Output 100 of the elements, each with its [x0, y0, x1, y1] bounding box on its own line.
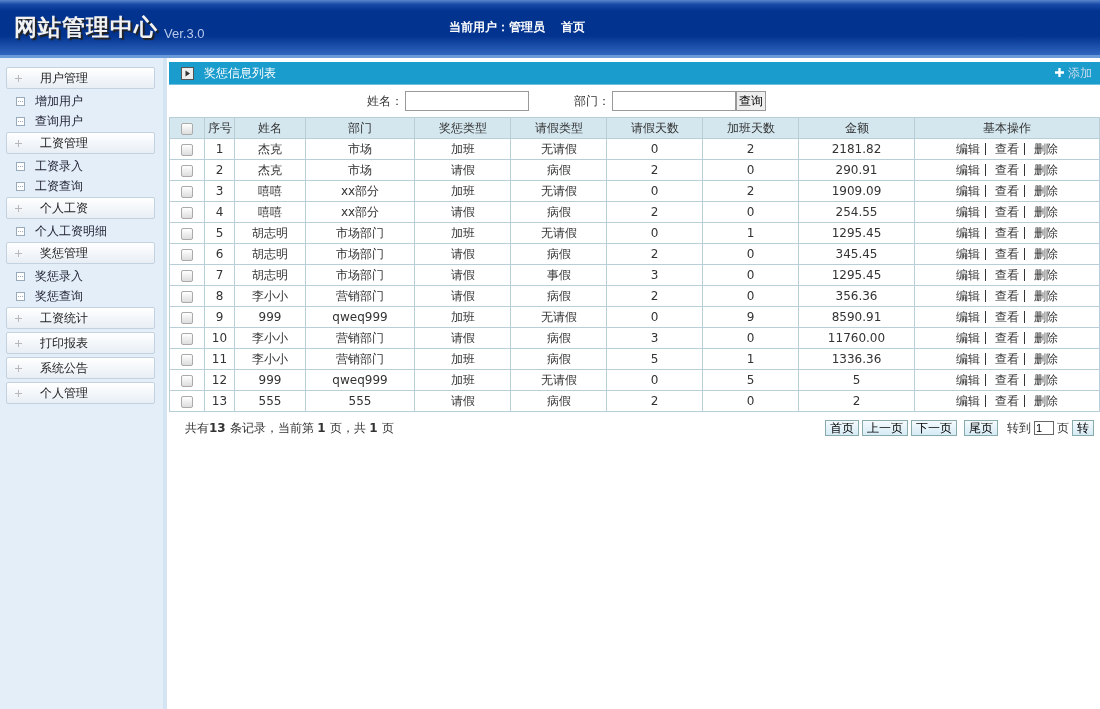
row-checkbox[interactable] [181, 290, 193, 303]
row-checkbox[interactable] [181, 143, 193, 156]
action-link[interactable]: 编辑 [956, 393, 981, 408]
action-link[interactable]: 查看 [995, 225, 1019, 240]
table-cell: 5 [606, 348, 703, 370]
sidebar-section[interactable]: 打印报表 [6, 332, 155, 354]
row-checkbox[interactable] [181, 374, 193, 387]
table-cell: 无请假 [510, 138, 607, 160]
table-cell: 请假 [414, 285, 511, 307]
action-link[interactable]: 删除 [1033, 393, 1058, 408]
department-input[interactable] [612, 91, 736, 111]
sidebar-item[interactable]: 工资查询 [0, 176, 163, 196]
goto-label: 转到 [1007, 419, 1031, 437]
action-link[interactable]: 查看 [995, 162, 1019, 177]
action-link[interactable]: 编辑 [956, 141, 981, 156]
action-link[interactable]: 删除 [1033, 288, 1058, 303]
table-cell: 2 [606, 390, 703, 412]
action-link[interactable]: 查看 [995, 204, 1019, 219]
column-header: 金额 [798, 117, 915, 139]
action-link[interactable]: 删除 [1033, 225, 1058, 240]
action-link[interactable]: 查看 [995, 267, 1019, 282]
action-link[interactable]: 编辑 [956, 330, 981, 345]
sidebar-section[interactable]: 系统公告 [6, 357, 155, 379]
sidebar-item[interactable]: 奖惩录入 [0, 266, 163, 286]
table-cell: 加班 [414, 369, 511, 391]
sidebar-item[interactable]: 奖惩查询 [0, 286, 163, 306]
action-link[interactable]: 查看 [995, 330, 1019, 345]
table-cell: 市场部门 [305, 264, 415, 286]
action-link[interactable]: 删除 [1033, 141, 1058, 156]
page-button[interactable]: 首页 [825, 420, 859, 436]
action-link[interactable]: 查看 [995, 183, 1019, 198]
action-link[interactable]: 查看 [995, 141, 1019, 156]
page-input[interactable]: 1 [1034, 421, 1054, 435]
action-link[interactable]: 查看 [995, 393, 1019, 408]
go-button[interactable]: 转 [1072, 420, 1094, 436]
query-button[interactable]: 查询 [736, 91, 766, 111]
action-link[interactable]: 删除 [1033, 330, 1058, 345]
table-cell: 无请假 [510, 180, 607, 202]
item-icon [16, 161, 25, 171]
table-cell: 加班 [414, 180, 511, 202]
sidebar-section[interactable]: 工资统计 [6, 307, 155, 329]
action-link[interactable]: 编辑 [956, 204, 981, 219]
row-checkbox[interactable] [181, 269, 193, 282]
sidebar-item[interactable]: 工资录入 [0, 156, 163, 176]
action-link[interactable]: 编辑 [956, 225, 981, 240]
sidebar-item[interactable]: 增加用户 [0, 91, 163, 111]
column-header: 基本操作 [914, 117, 1100, 139]
row-checkbox[interactable] [181, 227, 193, 240]
row-checkbox[interactable] [181, 248, 193, 261]
sidebar-section[interactable]: 个人管理 [6, 382, 155, 404]
row-checkbox[interactable] [181, 164, 193, 177]
name-input[interactable] [405, 91, 529, 111]
table-cell: 加班 [414, 306, 511, 328]
table-cell: 无请假 [510, 369, 607, 391]
page-button[interactable]: 下一页 [911, 420, 957, 436]
action-link[interactable]: 编辑 [956, 372, 981, 387]
table-cell: 嘻嘻 [234, 201, 306, 223]
action-link[interactable]: 编辑 [956, 183, 981, 198]
sidebar-section[interactable]: 个人工资 [6, 197, 155, 219]
action-link[interactable]: 删除 [1033, 162, 1058, 177]
action-link[interactable]: 编辑 [956, 246, 981, 261]
action-link[interactable]: 查看 [995, 372, 1019, 387]
table-cell: 加班 [414, 222, 511, 244]
column-header: 部门 [305, 117, 415, 139]
action-link[interactable]: 删除 [1033, 309, 1058, 324]
home-link[interactable]: 首页 [561, 19, 586, 36]
table-cell: 杰克 [234, 138, 306, 160]
action-link[interactable]: 查看 [995, 351, 1019, 366]
table-cell: 杰克 [234, 159, 306, 181]
plus-icon [15, 389, 22, 397]
item-icon [16, 96, 25, 106]
page-button[interactable]: 尾页 [964, 420, 998, 436]
row-checkbox[interactable] [181, 206, 193, 219]
table-cell: 病假 [510, 327, 607, 349]
action-link[interactable]: 查看 [995, 309, 1019, 324]
row-checkbox[interactable] [181, 353, 193, 366]
action-link[interactable]: 查看 [995, 288, 1019, 303]
action-link[interactable]: 编辑 [956, 288, 981, 303]
action-link[interactable]: 编辑 [956, 267, 981, 282]
page-button[interactable]: 上一页 [862, 420, 908, 436]
action-link[interactable]: 删除 [1033, 351, 1058, 366]
sidebar-section[interactable]: 工资管理 [6, 132, 155, 154]
action-link[interactable]: 删除 [1033, 267, 1058, 282]
row-checkbox[interactable] [181, 395, 193, 408]
action-link[interactable]: 查看 [995, 246, 1019, 261]
action-link[interactable]: 编辑 [956, 162, 981, 177]
action-link[interactable]: 删除 [1033, 246, 1058, 261]
row-checkbox[interactable] [181, 311, 193, 324]
sidebar-section[interactable]: 用户管理 [6, 67, 155, 89]
action-link[interactable]: 删除 [1033, 372, 1058, 387]
action-link[interactable]: 删除 [1033, 183, 1058, 198]
row-checkbox[interactable] [181, 185, 193, 198]
sidebar-section[interactable]: 奖惩管理 [6, 242, 155, 264]
sidebar-item[interactable]: 查询用户 [0, 111, 163, 131]
select-all-checkbox[interactable] [181, 122, 193, 135]
row-checkbox[interactable] [181, 332, 193, 345]
action-link[interactable]: 编辑 [956, 309, 981, 324]
action-link[interactable]: 编辑 [956, 351, 981, 366]
sidebar-item[interactable]: 个人工资明细 [0, 221, 163, 241]
action-link[interactable]: 删除 [1033, 204, 1058, 219]
